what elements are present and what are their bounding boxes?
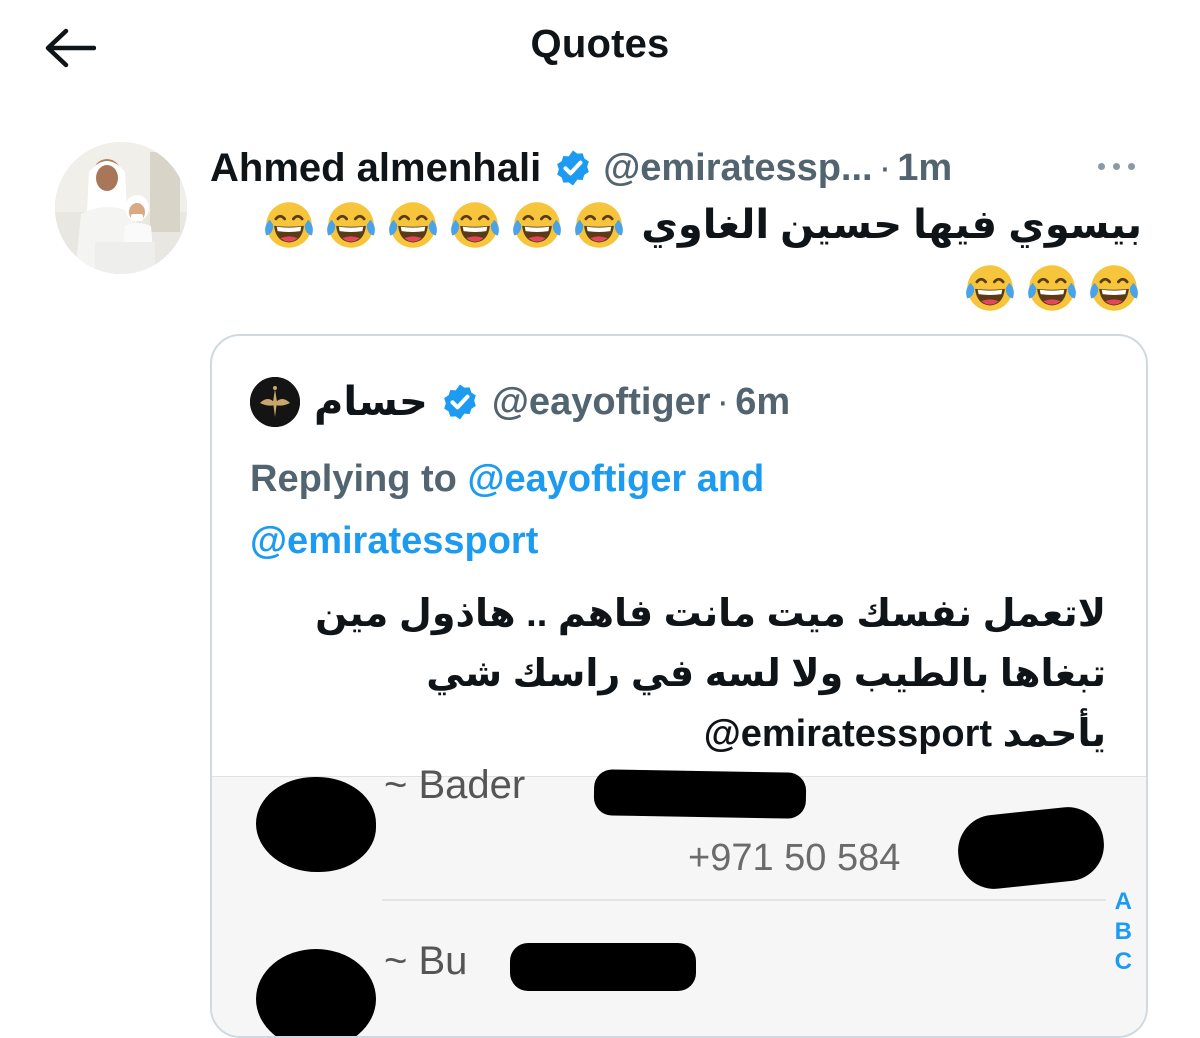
redacted-avatar-blob xyxy=(256,777,376,872)
tweet[interactable]: Ahmed almenhali @emiratessp... · 1m بيسو… xyxy=(0,130,1200,1038)
quote-text-line-2: تبغاها بالطيب ولا لسه في راسك شي xyxy=(426,653,1106,695)
quote-text-line-1: لاتعمل نفسك ميت مانت فاهم .. هاذول مين xyxy=(315,593,1106,635)
separator-dot: · xyxy=(716,380,730,423)
alpha-letter: B xyxy=(1114,918,1132,945)
laughing-tears-emoji-icon xyxy=(451,202,500,248)
laughing-tears-emoji-icon xyxy=(575,202,624,248)
avatar[interactable] xyxy=(55,142,187,274)
tweet-text-body: بيسوي فيها حسين الغاوي xyxy=(641,203,1142,247)
redaction-bar xyxy=(954,803,1108,893)
contact-name-1: ~ Bader xyxy=(384,763,526,807)
quote-avatar[interactable] xyxy=(250,377,300,427)
contact-divider xyxy=(382,899,1106,901)
laughing-tears-emoji-icon xyxy=(327,202,376,248)
laughing-tears-emoji-icon xyxy=(513,202,562,248)
contact-phone-1: +971 50 584 xyxy=(688,837,901,879)
verified-badge-icon xyxy=(444,384,476,420)
redaction-bar xyxy=(510,943,696,991)
quote-author-row: حسام @eayoftiger · 6m xyxy=(250,374,790,430)
redacted-avatar-blob xyxy=(256,949,376,1036)
quote-text: لاتعمل نفسك ميت مانت فاهم .. هاذول مين ت… xyxy=(250,584,1106,764)
tweet-text: بيسوي فيها حسين الغاوي xyxy=(230,196,1142,316)
laughing-tears-emoji-icon xyxy=(265,202,314,248)
page-title: Quotes xyxy=(530,22,670,66)
replying-to-line: Replying to @eayoftiger and @emiratesspo… xyxy=(250,448,1110,572)
replying-mention-2[interactable]: @emiratessport xyxy=(250,520,538,562)
replying-and: and xyxy=(696,458,765,500)
quote-author-name[interactable]: حسام xyxy=(314,379,428,425)
verified-badge-icon xyxy=(557,150,590,186)
author-handle[interactable]: @emiratessp... xyxy=(603,147,872,190)
quoted-tweet-card[interactable]: حسام @eayoftiger · 6m Replying to @eayof… xyxy=(210,334,1148,1038)
laughing-tears-emoji-icon xyxy=(389,202,438,248)
quote-author-handle[interactable]: @eayoftiger xyxy=(492,381,711,424)
laughing-tears-emoji-icon xyxy=(966,265,1014,311)
contact-name-2: ~ Bu xyxy=(384,939,468,983)
author-name[interactable]: Ahmed almenhali xyxy=(210,146,541,191)
quote-media-image[interactable]: ~ Bader +971 50 584 ~ Bu A B C xyxy=(212,763,1146,1036)
replying-prefix: Replying to xyxy=(250,458,457,500)
separator-dot: · xyxy=(878,146,892,189)
more-options-icon[interactable] xyxy=(1098,156,1146,176)
quote-text-mention[interactable]: @emiratessport xyxy=(704,713,992,755)
emoji-row-2 xyxy=(962,260,1142,316)
emoji-row-1 xyxy=(261,197,627,253)
alphabet-index: A B C xyxy=(1115,887,1132,977)
quote-time[interactable]: 6m xyxy=(735,381,790,424)
laughing-tears-emoji-icon xyxy=(1028,265,1076,311)
redaction-bar xyxy=(593,769,807,819)
tweet-time[interactable]: 1m xyxy=(897,147,952,190)
tweet-author-row: Ahmed almenhali @emiratessp... · 1m xyxy=(210,138,1090,198)
replying-mention-1[interactable]: @eayoftiger xyxy=(467,458,686,500)
alpha-letter: C xyxy=(1114,948,1132,975)
header-bar: Quotes xyxy=(0,0,1200,100)
laughing-tears-emoji-icon xyxy=(1090,265,1138,311)
alpha-letter: A xyxy=(1114,888,1132,915)
quote-text-word: يأحمد xyxy=(1002,713,1106,755)
